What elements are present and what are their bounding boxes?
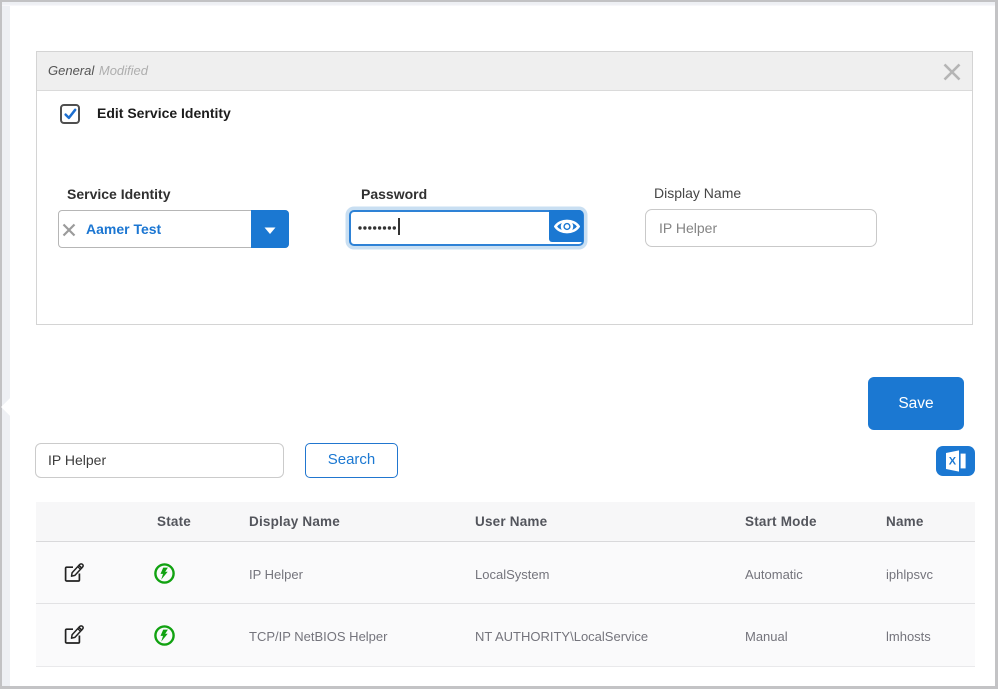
- svg-text:X: X: [949, 455, 957, 467]
